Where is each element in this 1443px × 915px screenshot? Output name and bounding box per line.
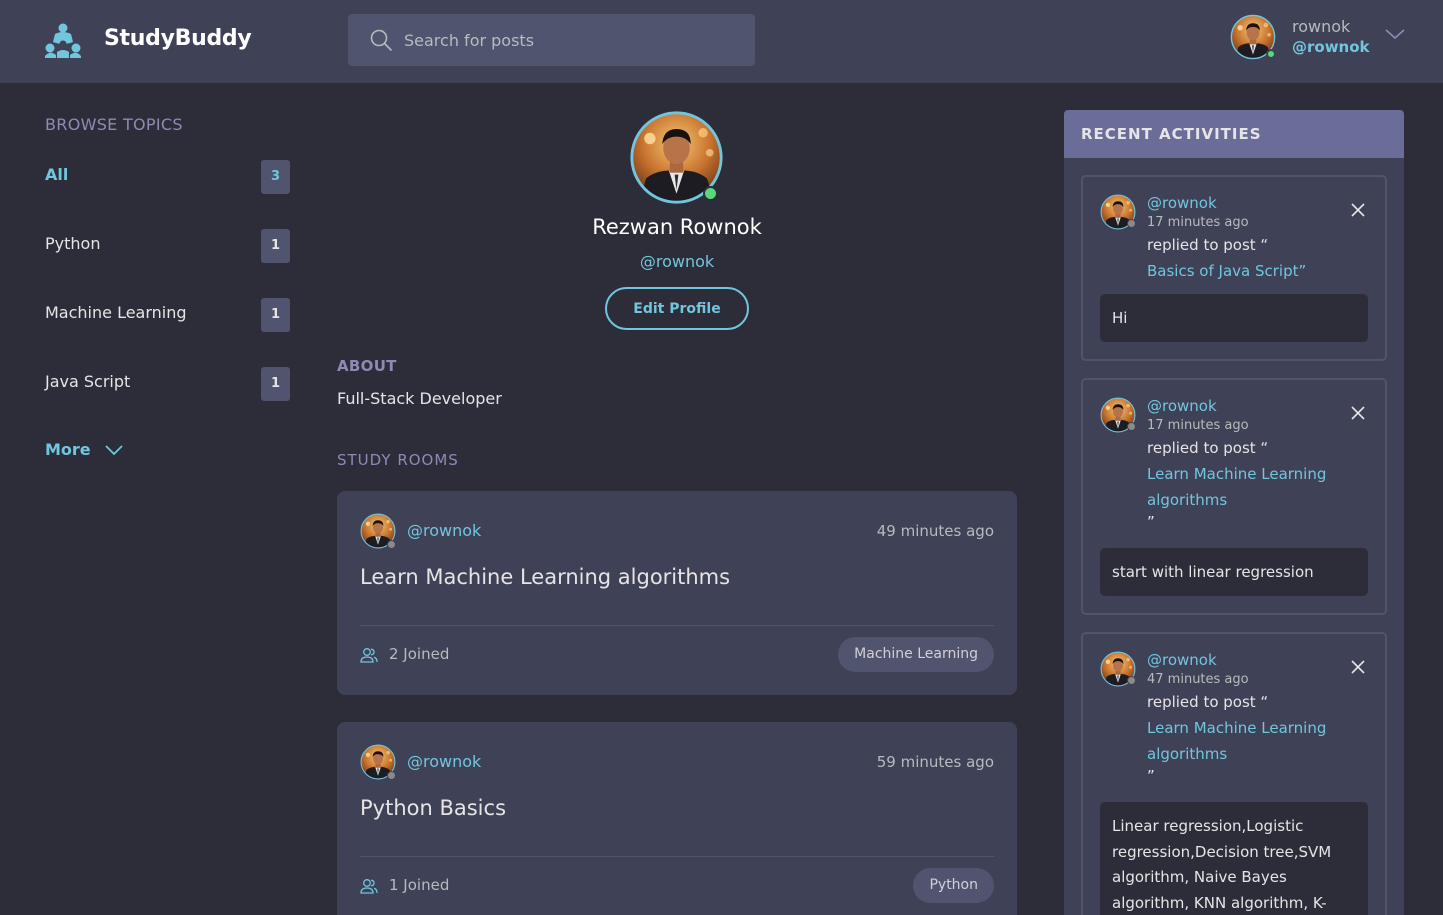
activity-action: replied to post “ xyxy=(1147,236,1269,254)
activity-action: replied to post “ xyxy=(1147,439,1269,457)
room-time: 49 minutes ago xyxy=(876,522,994,540)
activity-quote-close: ” xyxy=(1147,767,1155,785)
activity-post-link[interactable]: Learn Machine Learning algorithms xyxy=(1147,715,1347,767)
activity-user[interactable]: @rownok xyxy=(1147,397,1217,415)
topic-item-machine-learning[interactable]: Machine Learning 1 xyxy=(45,298,290,332)
about-text: Full-Stack Developer xyxy=(337,389,502,408)
search-icon xyxy=(370,29,392,51)
topic-label: Java Script xyxy=(45,372,131,391)
search-input[interactable] xyxy=(404,14,744,66)
topic-item-java-script[interactable]: Java Script 1 xyxy=(45,367,290,401)
topic-count-badge: 1 xyxy=(261,229,290,263)
room-card[interactable]: @rownok 49 minutes ago Learn Machine Lea… xyxy=(337,491,1017,695)
chevron-down-icon xyxy=(105,444,123,455)
topic-label: Machine Learning xyxy=(45,303,187,322)
activity-quote-close: ” xyxy=(1147,513,1155,531)
topic-label: Python xyxy=(45,234,101,253)
user-handle[interactable]: @rownok xyxy=(1292,38,1370,56)
activity-time: 47 minutes ago xyxy=(1147,672,1249,687)
profile-name: Rezwan Rownok xyxy=(592,215,762,239)
room-host[interactable]: @rownok xyxy=(407,521,481,540)
host-avatar[interactable] xyxy=(360,513,396,549)
browse-topics-title: BROWSE TOPICS xyxy=(45,115,183,134)
user-avatar[interactable] xyxy=(1230,14,1276,60)
search-bar[interactable] xyxy=(348,14,755,66)
topic-count-badge: 3 xyxy=(261,160,290,194)
activity-avatar[interactable] xyxy=(1100,651,1136,687)
edit-profile-button[interactable]: Edit Profile xyxy=(605,287,749,330)
about-title: ABOUT xyxy=(337,357,397,375)
chevron-down-icon[interactable] xyxy=(1384,26,1406,42)
studybuddy-logo-icon[interactable] xyxy=(44,22,82,58)
room-card[interactable]: @rownok 59 minutes ago Python Basics 1 J… xyxy=(337,722,1017,915)
activity-post-link[interactable]: Learn Machine Learning algorithms xyxy=(1147,461,1347,513)
activity-message: start with linear regression xyxy=(1100,548,1368,596)
activities-list: @rownok 17 minutes ago replied to post “… xyxy=(1064,158,1404,915)
topic-count-badge: 1 xyxy=(261,298,290,332)
room-joined-count: 1 Joined xyxy=(389,876,450,894)
topic-label: All xyxy=(45,165,69,184)
room-joined-count: 2 Joined xyxy=(389,645,450,663)
app-name[interactable]: StudyBuddy xyxy=(104,26,252,51)
profile-avatar xyxy=(629,110,724,205)
activity-time: 17 minutes ago xyxy=(1147,215,1249,230)
topic-item-python[interactable]: Python 1 xyxy=(45,229,290,263)
topic-item-all[interactable]: All 3 xyxy=(45,160,290,194)
room-topic-badge[interactable]: Machine Learning xyxy=(838,637,994,672)
close-icon[interactable] xyxy=(1351,203,1365,217)
close-icon[interactable] xyxy=(1351,406,1365,420)
activity-post-link[interactable]: Basics of Java Script” xyxy=(1147,258,1347,284)
users-icon xyxy=(360,879,378,894)
activity-user[interactable]: @rownok xyxy=(1147,194,1217,212)
users-icon xyxy=(360,648,378,663)
activity-item: @rownok 17 minutes ago replied to post “… xyxy=(1081,175,1387,361)
offline-status-dot xyxy=(1127,219,1136,228)
study-rooms-title: STUDY ROOMS xyxy=(337,451,459,469)
divider xyxy=(360,625,994,626)
activity-item: @rownok 17 minutes ago replied to post “… xyxy=(1081,378,1387,615)
offline-status-dot xyxy=(387,540,396,549)
user-name[interactable]: rownok xyxy=(1292,17,1350,36)
recent-activities-panel: RECENT ACTIVITIES @rownok 17 minutes ago… xyxy=(1064,110,1404,915)
activity-avatar[interactable] xyxy=(1100,194,1136,230)
offline-status-dot xyxy=(387,771,396,780)
activity-message: Linear regression,Logistic regression,De… xyxy=(1100,802,1368,915)
activity-message: Hi xyxy=(1100,294,1368,342)
room-topic-badge[interactable]: Python xyxy=(913,868,994,903)
activities-header: RECENT ACTIVITIES xyxy=(1064,110,1404,158)
online-status-dot xyxy=(703,186,718,201)
top-navbar: StudyBuddy rownok @rownok xyxy=(0,0,1443,83)
activity-avatar[interactable] xyxy=(1100,397,1136,433)
room-time: 59 minutes ago xyxy=(876,753,994,771)
online-status-dot xyxy=(1266,49,1276,59)
activities-title: RECENT ACTIVITIES xyxy=(1081,125,1262,143)
topic-count-badge: 1 xyxy=(261,367,290,401)
activity-time: 17 minutes ago xyxy=(1147,418,1249,433)
activity-action: replied to post “ xyxy=(1147,693,1269,711)
activity-item: @rownok 47 minutes ago replied to post “… xyxy=(1081,632,1387,915)
offline-status-dot xyxy=(1127,422,1136,431)
host-avatar[interactable] xyxy=(360,744,396,780)
room-title[interactable]: Learn Machine Learning algorithms xyxy=(360,565,730,589)
more-topics-button[interactable]: More xyxy=(45,439,124,461)
offline-status-dot xyxy=(1127,676,1136,685)
profile-handle: @rownok xyxy=(639,252,715,271)
close-icon[interactable] xyxy=(1351,660,1365,674)
more-label: More xyxy=(45,440,91,459)
activity-user[interactable]: @rownok xyxy=(1147,651,1217,669)
room-host[interactable]: @rownok xyxy=(407,752,481,771)
divider xyxy=(360,856,994,857)
room-title[interactable]: Python Basics xyxy=(360,796,506,820)
